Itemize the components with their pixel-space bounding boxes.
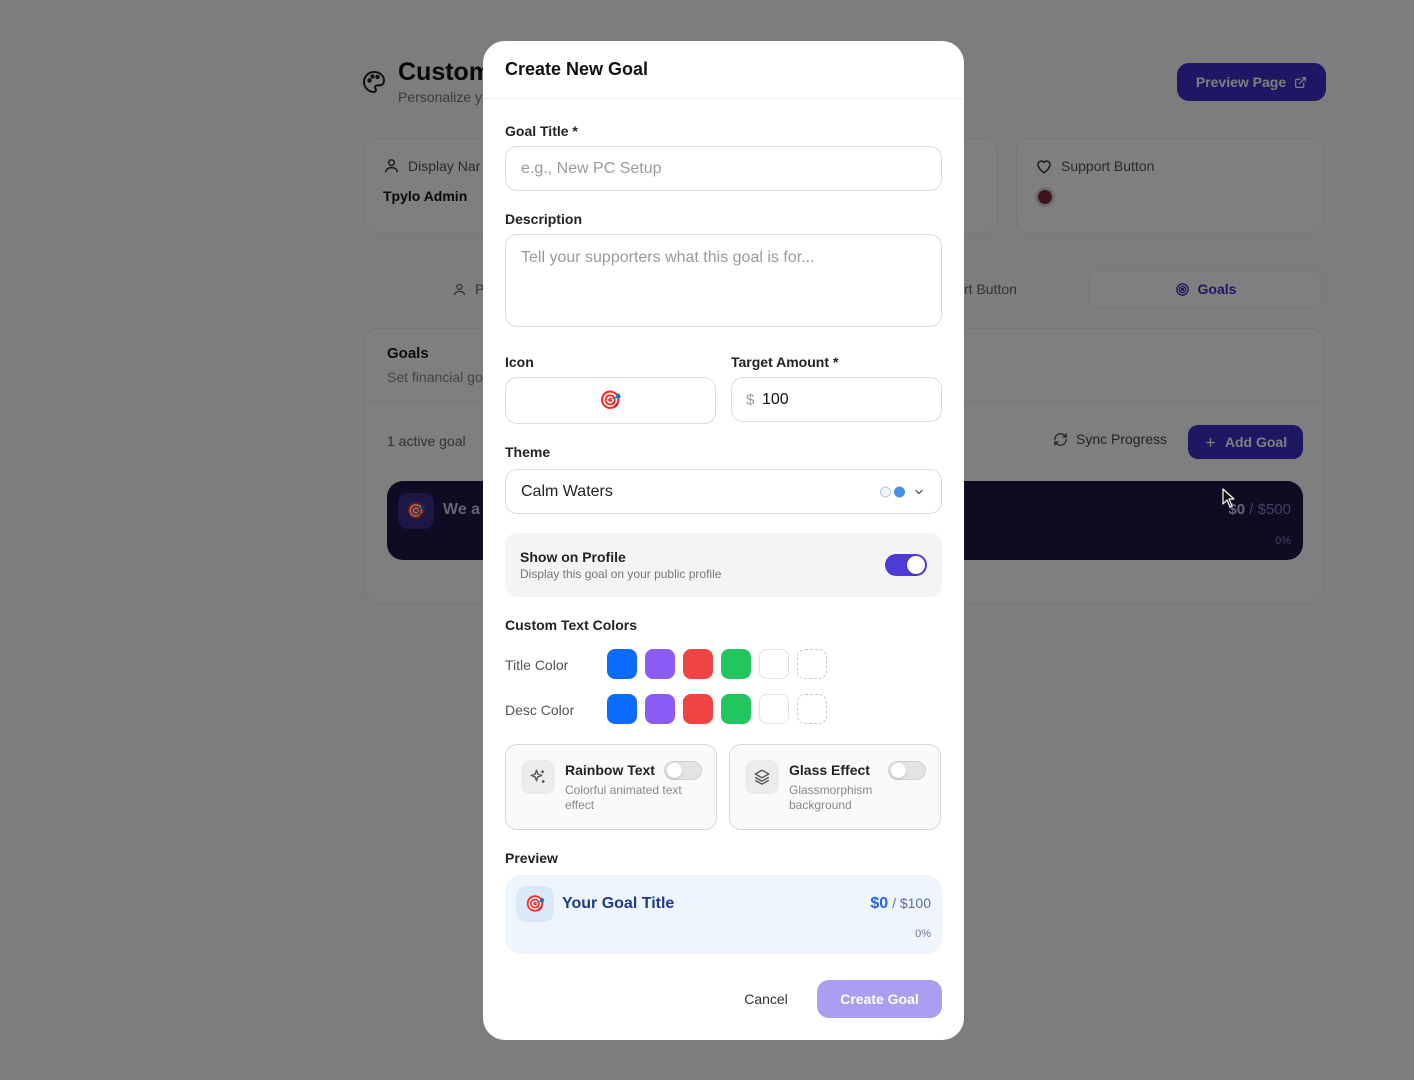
swatch-red[interactable]	[683, 649, 713, 679]
swatch-custom[interactable]	[797, 694, 827, 724]
goal-title-input[interactable]: e.g., New PC Setup	[505, 146, 942, 191]
preview-goal-title: Your Goal Title	[562, 895, 675, 912]
goal-title-placeholder: e.g., New PC Setup	[521, 159, 662, 177]
preview-target-amount: $100	[899, 895, 931, 911]
target-amount-value: 100	[762, 390, 789, 408]
description-textarea[interactable]: Tell your supporters what this goal is f…	[505, 234, 942, 327]
swatch-purple[interactable]	[645, 694, 675, 724]
swatch-red[interactable]	[683, 694, 713, 724]
theme-value: Calm Waters	[521, 482, 613, 500]
target-amount-input[interactable]: $ 100	[731, 377, 942, 422]
custom-text-colors-heading: Custom Text Colors	[505, 617, 637, 633]
show-on-profile-row: Show on Profile Display this goal on you…	[505, 533, 942, 597]
swatch-white[interactable]	[759, 694, 789, 724]
mouse-cursor-icon	[1222, 488, 1235, 508]
glass-effect-description: Glassmorphism background	[789, 783, 873, 812]
goal-preview-card: 🎯 Your Goal Title $0 / $100 0%	[505, 875, 942, 954]
title-color-label: Title Color	[505, 657, 569, 673]
chevron-down-icon	[915, 489, 923, 494]
glass-effect-toggle[interactable]	[888, 761, 926, 780]
preview-separator: /	[892, 895, 896, 911]
preview-percent: 0%	[915, 928, 931, 940]
description-label: Description	[505, 211, 583, 227]
rainbow-text-toggle[interactable]	[664, 761, 702, 780]
theme-select[interactable]: Calm Waters	[505, 469, 942, 514]
show-on-profile-title: Show on Profile	[520, 549, 626, 565]
rainbow-text-title: Rainbow Text	[565, 762, 655, 778]
modal-header: Create New Goal	[483, 41, 964, 99]
theme-dot-accent	[894, 486, 905, 497]
target-emoji-icon: 🎯	[516, 886, 554, 922]
show-on-profile-toggle[interactable]	[885, 554, 927, 576]
icon-picker[interactable]: 🎯	[505, 377, 716, 424]
target-emoji-icon: 🎯	[599, 390, 622, 410]
desc-color-label: Desc Color	[505, 702, 575, 718]
toggle-knob	[891, 763, 906, 778]
theme-label: Theme	[505, 444, 551, 460]
layers-icon	[745, 760, 779, 794]
goal-title-label: Goal Title *	[505, 123, 578, 139]
preview-goal-amount: $0 / $100	[870, 895, 931, 913]
create-goal-modal: Create New Goal Goal Title * e.g., New P…	[483, 41, 964, 1040]
cancel-button[interactable]: Cancel	[731, 980, 801, 1018]
toggle-knob	[667, 763, 682, 778]
swatch-white[interactable]	[759, 649, 789, 679]
title-color-swatches	[607, 649, 827, 679]
currency-symbol: $	[746, 391, 755, 408]
sparkles-icon	[521, 760, 555, 794]
preview-heading: Preview	[505, 850, 558, 866]
icon-label: Icon	[505, 354, 534, 370]
desc-color-swatches	[607, 694, 827, 724]
rainbow-text-description: Colorful animated text effect	[565, 783, 682, 812]
target-amount-label: Target Amount *	[731, 354, 839, 370]
swatch-blue[interactable]	[607, 694, 637, 724]
theme-color-dots	[880, 486, 905, 497]
toggle-knob	[907, 556, 925, 574]
swatch-custom[interactable]	[797, 649, 827, 679]
rainbow-text-card[interactable]: Rainbow Text Colorful animated text effe…	[505, 744, 717, 830]
swatch-green[interactable]	[721, 694, 751, 724]
swatch-blue[interactable]	[607, 649, 637, 679]
glass-effect-card[interactable]: Glass Effect Glassmorphism background	[729, 744, 941, 830]
swatch-green[interactable]	[721, 649, 751, 679]
modal-title: Create New Goal	[505, 59, 649, 79]
show-on-profile-description: Display this goal on your public profile	[520, 567, 722, 581]
swatch-purple[interactable]	[645, 649, 675, 679]
theme-dot-light	[880, 486, 891, 497]
preview-current-amount: $0	[870, 895, 889, 912]
description-placeholder: Tell your supporters what this goal is f…	[521, 249, 815, 266]
glass-effect-title: Glass Effect	[789, 762, 870, 778]
create-goal-button[interactable]: Create Goal	[817, 980, 942, 1018]
